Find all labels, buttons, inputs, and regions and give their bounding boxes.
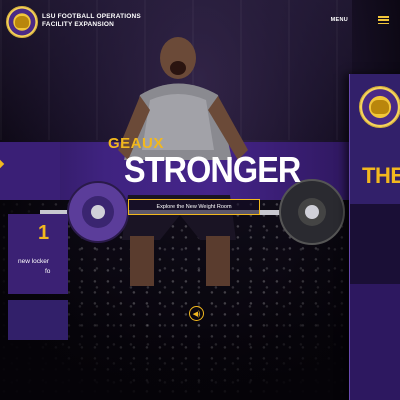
card-heading: THE	[362, 163, 400, 188]
menu-hamburger-icon[interactable]	[378, 16, 389, 25]
org-title-line2: FACILITY EXPANSION	[42, 21, 114, 28]
lsu-tiger-logo[interactable]	[6, 6, 38, 38]
sound-icon[interactable]: ◀)	[189, 306, 204, 321]
org-title-line1: LSU FOOTBALL OPERATIONS	[42, 13, 141, 20]
hero-page: LSU FOOTBALL OPERATIONS FACILITY EXPANSI…	[0, 0, 400, 400]
hero-headline: STRONGER	[124, 149, 301, 190]
side-preview-card[interactable]: THE	[349, 74, 400, 400]
menu-label[interactable]: MENU	[331, 17, 348, 23]
card-stat-text-line1: new locker	[18, 258, 50, 265]
card-stat-text-line2: fo	[45, 268, 51, 275]
explore-weight-room-button[interactable]: Explore the New Weight Room	[128, 199, 260, 215]
card-bottom-panel	[8, 300, 68, 340]
card-stat-number: 1	[38, 222, 50, 244]
card-lsu-logo	[359, 86, 400, 128]
org-title: LSU FOOTBALL OPERATIONS FACILITY EXPANSI…	[42, 13, 141, 29]
